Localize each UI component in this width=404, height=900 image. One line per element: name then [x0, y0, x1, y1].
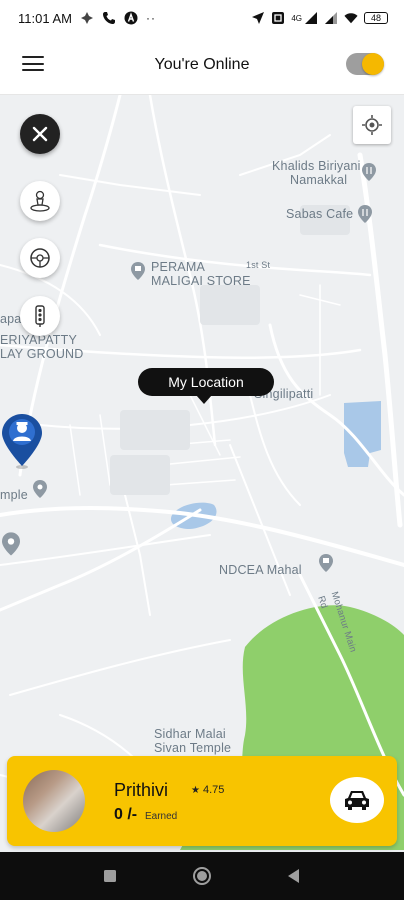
avatar[interactable] — [23, 770, 85, 832]
heatmap-button[interactable] — [20, 181, 60, 221]
driver-pin-icon — [2, 414, 42, 469]
cafe-icon — [358, 205, 372, 223]
star-icon: ★ — [191, 784, 200, 796]
shop-icon — [131, 262, 145, 280]
page-title: You're Online — [154, 56, 250, 73]
map-label-apa: apa — [0, 312, 22, 326]
map-label-sidhar-2: Sivan Temple — [154, 741, 232, 755]
restaurant-icon — [362, 163, 376, 181]
map-label-khalids-2: Namakkal — [290, 173, 348, 187]
system-navigation-bar — [0, 852, 404, 900]
more-notifications-icon: ·· — [145, 11, 156, 25]
battery-icon: 48 — [364, 12, 388, 24]
map-label-eri-2: LAY GROUND — [0, 347, 84, 361]
navigation-icon — [252, 12, 265, 24]
map-label-eriyapatty: ERIYAPATTY LAY GROUND — [0, 333, 84, 361]
map-label-khalids-1: Khalids Biriyani — [272, 159, 361, 173]
map-label-perama-2: MALIGAI STORE — [151, 274, 251, 288]
map-label-khalids: Khalids Biriyani Namakkal — [272, 159, 361, 187]
map-label-sidhar-1: Sidhar Malai — [154, 727, 226, 741]
signal-icon-2 — [325, 12, 337, 24]
network-type: 4G — [291, 13, 302, 23]
map-label-sidhar: Sidhar Malai Sivan Temple — [154, 727, 231, 755]
traffic-light-icon — [35, 305, 45, 327]
map-label-ndcea: NDCEA Mahal — [219, 563, 302, 577]
car-button[interactable] — [330, 777, 384, 823]
car-icon — [345, 791, 369, 810]
map-label-perama: PERAMA MALIGAI STORE — [151, 260, 251, 288]
building-patches — [110, 205, 350, 495]
place-icon — [2, 532, 20, 556]
map-label-sabas: Sabas Cafe — [286, 207, 354, 221]
driver-name: Prithivi — [114, 780, 169, 800]
home-button[interactable] — [192, 866, 212, 886]
signal-icon — [305, 12, 317, 24]
map-view[interactable]: Khalids Biriyani Namakkal Sabas Cafe PERA… — [0, 95, 404, 850]
vpn-icon — [80, 12, 93, 24]
map-label-first-st: 1st St — [246, 260, 271, 270]
heatmap-icon — [30, 190, 50, 212]
water-body-1 — [344, 401, 381, 467]
recents-button[interactable] — [100, 866, 120, 886]
battery-level: 48 — [370, 13, 381, 23]
recents-icon — [104, 870, 116, 882]
close-button[interactable] — [20, 114, 60, 154]
steering-icon — [30, 248, 50, 268]
status-time: 11:01 AM — [18, 10, 72, 26]
traffic-button[interactable] — [20, 296, 60, 336]
app-header: You're Online — [0, 36, 404, 95]
menu-icon[interactable] — [22, 56, 44, 72]
data-saver-icon — [272, 12, 285, 24]
driver-card: Prithivi ★ 4.75 0 /- Earned — [7, 756, 397, 846]
status-bar: 11:01 AM ·· 4G 48 — [0, 0, 404, 36]
home-icon — [193, 867, 211, 885]
map-label-perama-1: PERAMA — [151, 260, 205, 274]
driver-rating: ★ 4.75 — [191, 784, 224, 796]
steering-button[interactable] — [20, 238, 60, 278]
earned-amount: 0 /- — [114, 806, 138, 823]
my-location-icon — [362, 115, 382, 135]
phone-icon — [102, 12, 115, 24]
my-location-callout: My Location — [138, 368, 274, 404]
wifi-icon — [344, 13, 358, 24]
rating-value: 4.75 — [202, 784, 225, 796]
back-icon — [288, 869, 299, 883]
app-a-icon — [124, 11, 138, 25]
earned-label: Earned — [145, 811, 178, 822]
back-button[interactable] — [284, 866, 304, 886]
close-icon — [32, 126, 48, 142]
my-location-button[interactable] — [353, 106, 391, 144]
toggle-knob — [362, 53, 384, 75]
online-toggle[interactable] — [346, 53, 384, 75]
map-label-mple: mple — [0, 488, 28, 502]
hall-icon — [319, 554, 333, 572]
temple-icon — [33, 480, 47, 498]
